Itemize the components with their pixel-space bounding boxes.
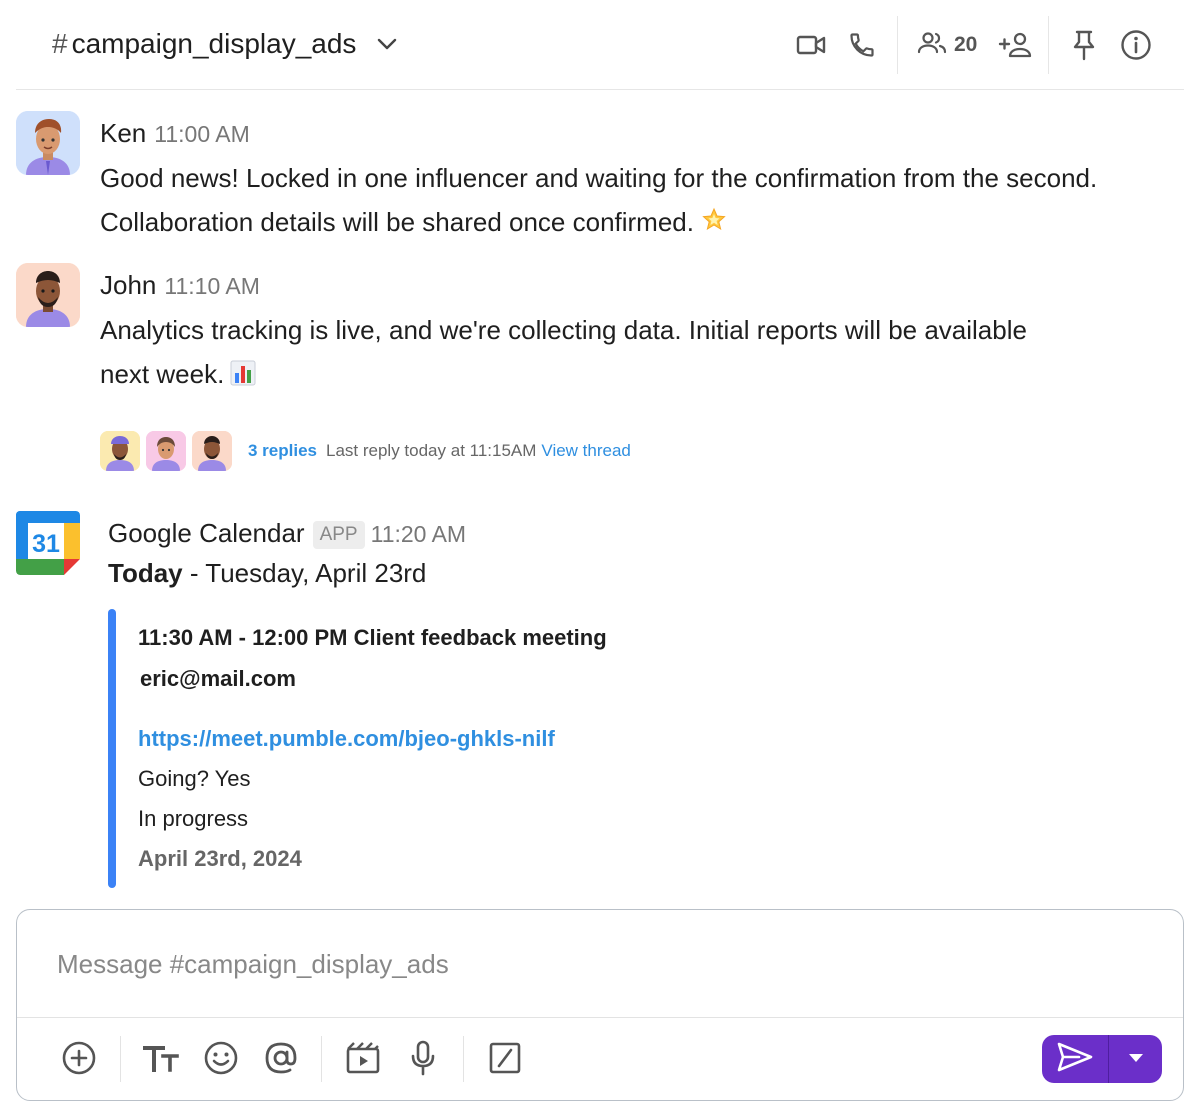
event-card-bar — [108, 609, 116, 888]
message-line: next week. — [100, 359, 225, 389]
message-composer — [16, 909, 1184, 1101]
send-button[interactable] — [1042, 1035, 1108, 1083]
message-header: Ken 11:00 AM — [100, 118, 250, 149]
add-icon[interactable] — [59, 1038, 99, 1078]
send-options-button[interactable] — [1109, 1035, 1162, 1083]
chevron-down-icon[interactable] — [376, 37, 398, 51]
emoji-icon[interactable] — [201, 1038, 241, 1078]
thread-last-reply: Last reply today at 11:15AM — [326, 441, 537, 460]
message-line: Good news! Locked in one influencer and … — [100, 163, 1098, 193]
add-member-icon[interactable] — [996, 28, 1036, 62]
event-date: April 23rd, 2024 — [138, 846, 302, 871]
info-icon[interactable] — [1119, 28, 1153, 62]
phone-icon[interactable] — [845, 28, 879, 62]
app-badge: APP — [312, 521, 365, 549]
today-label: Today — [108, 558, 183, 588]
message-time: 11:00 AM — [154, 121, 250, 147]
channel-header: # campaign_display_ads 20 — [16, 0, 1184, 90]
event-title: 11:30 AM - 12:00 PM Client feedback meet… — [138, 625, 607, 650]
toolbar-divider — [120, 1036, 121, 1082]
member-count: 20 — [954, 33, 978, 56]
message-input[interactable] — [57, 944, 1137, 984]
thread-summary[interactable]: 3 replies Last reply today at 11:15AM Vi… — [100, 430, 631, 472]
google-calendar-icon[interactable]: 31 — [16, 511, 80, 575]
mic-icon[interactable] — [403, 1038, 443, 1078]
event-status: In progress — [138, 806, 249, 831]
avatar[interactable] — [16, 263, 80, 327]
channel-title-button[interactable]: # campaign_display_ads — [52, 28, 398, 60]
view-thread-link[interactable]: View thread — [541, 441, 630, 461]
composer-divider — [17, 1017, 1183, 1018]
text-format-icon[interactable] — [141, 1038, 181, 1078]
avatar — [100, 431, 140, 471]
video-clip-icon[interactable] — [343, 1038, 383, 1078]
avatar — [146, 431, 186, 471]
message-time: 11:20 AM — [370, 521, 467, 547]
channel-hash: # — [52, 28, 68, 59]
message-body: Analytics tracking is live, and we're co… — [100, 308, 1190, 399]
event-meeting-link[interactable]: https://meet.pumble.com/bjeo-ghkls-nilf — [138, 726, 555, 752]
today-line: Today - Tuesday, April 23rd — [108, 558, 426, 589]
author-name[interactable]: John — [100, 270, 156, 301]
today-date: - Tuesday, April 23rd — [182, 558, 427, 588]
members-icon — [916, 31, 948, 60]
message-header: John 11:10 AM — [100, 270, 260, 301]
mention-icon[interactable] — [261, 1038, 301, 1078]
event-rsvp: Going? Yes — [138, 766, 251, 791]
toolbar-divider — [463, 1036, 464, 1082]
send-icon — [1056, 1041, 1094, 1078]
members-button[interactable]: 20 — [916, 28, 977, 62]
send-button-group — [1042, 1035, 1162, 1083]
bar-chart-icon — [230, 355, 256, 399]
avatar[interactable] — [16, 111, 80, 175]
channel-name: campaign_display_ads — [71, 28, 357, 59]
thread-replies-link[interactable]: 3 replies — [248, 441, 317, 461]
glowing-star-icon — [700, 203, 728, 247]
message-time: 11:10 AM — [164, 273, 260, 299]
header-divider — [897, 16, 898, 74]
header-divider — [1048, 16, 1049, 74]
video-icon[interactable] — [794, 28, 828, 62]
pin-icon[interactable] — [1067, 28, 1101, 62]
author-name[interactable]: Ken — [100, 118, 146, 149]
toolbar-divider — [321, 1036, 322, 1082]
calendar-day: 31 — [32, 530, 60, 558]
caret-down-icon — [1127, 1050, 1145, 1068]
message-body: Good news! Locked in one influencer and … — [100, 156, 1190, 247]
author-name[interactable]: Google Calendar — [108, 518, 305, 549]
message-header: Google Calendar APP 11:20 AM — [108, 518, 466, 551]
message-line: Analytics tracking is live, and we're co… — [100, 315, 1027, 345]
slash-command-icon[interactable] — [485, 1038, 525, 1078]
message-line: Collaboration details will be shared onc… — [100, 207, 694, 237]
avatar — [192, 431, 232, 471]
event-organizer: eric@mail.com — [140, 666, 296, 691]
